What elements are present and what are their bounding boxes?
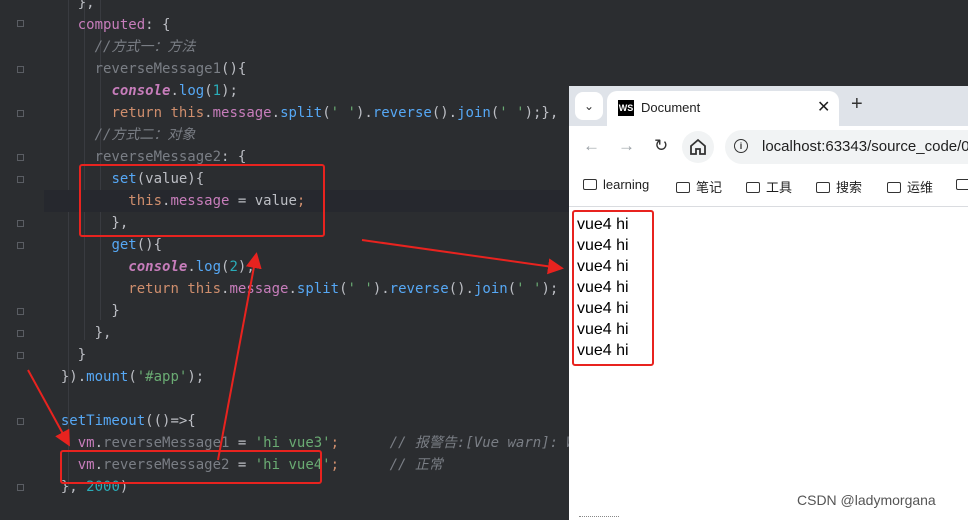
- arrow-to-output: [361, 239, 564, 275]
- arrow-to-setter: [217, 252, 262, 461]
- arrow-to-assignment: [27, 369, 70, 447]
- annotation-arrows: [27, 239, 564, 461]
